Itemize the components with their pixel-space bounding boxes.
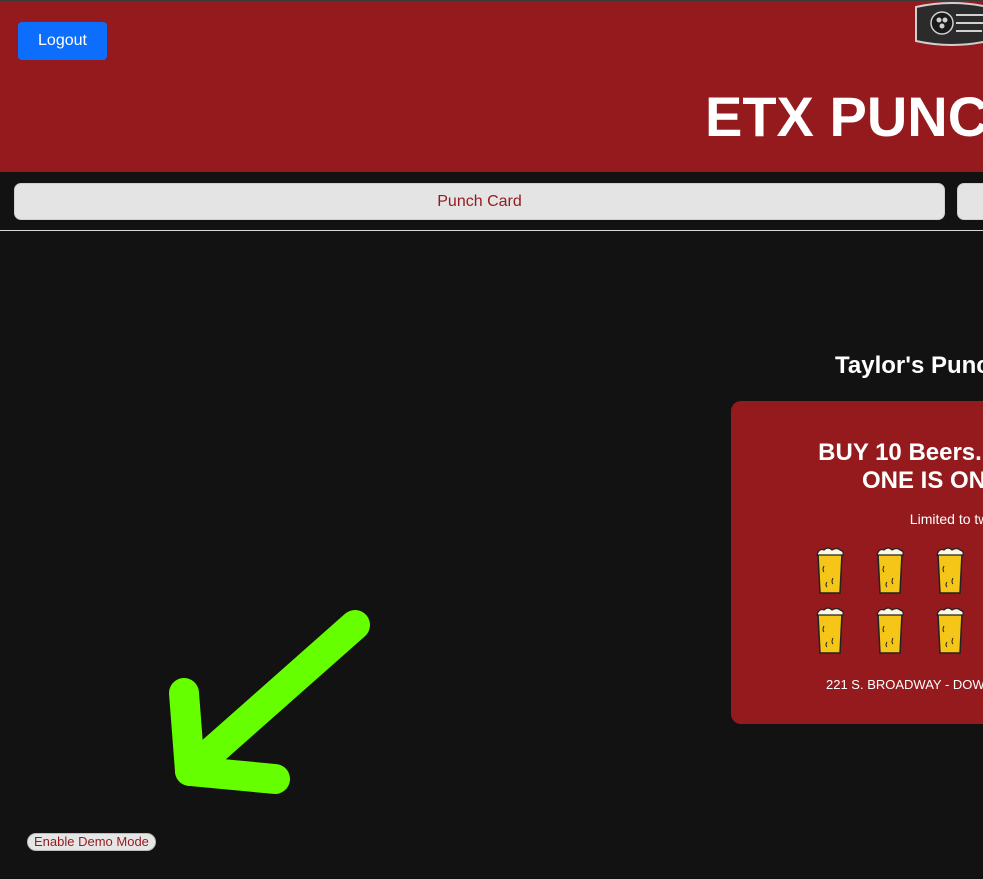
- promo-title: BUY 10 Beers...AN ONE IS ON: [731, 439, 983, 495]
- page-title: ETX PUNC: [705, 85, 983, 148]
- beer-glass-icon: [816, 607, 844, 654]
- enable-demo-mode-button[interactable]: Enable Demo Mode: [27, 833, 156, 851]
- beer-glass-icon: [876, 607, 904, 654]
- promo-limit-text: Limited to two punch: [909, 511, 983, 527]
- tab-punch-card[interactable]: Punch Card: [14, 183, 945, 220]
- punch-card: BUY 10 Beers...AN ONE IS ON Limited to t…: [731, 401, 983, 724]
- logout-button[interactable]: Logout: [18, 22, 107, 60]
- etx-brewing-logo-icon: [915, 2, 983, 46]
- beer-glass-icon: [816, 547, 844, 594]
- beer-glass-icon: [876, 547, 904, 594]
- tab-bar: Punch Card: [0, 172, 983, 231]
- promo-line-2: ONE IS ON: [861, 467, 983, 494]
- green-arrow-icon: [169, 610, 370, 794]
- punch-card-heading: Taylor's Punc: [835, 352, 983, 379]
- beer-glass-icon: [936, 607, 964, 654]
- beer-glass-icon: [936, 547, 964, 594]
- brewery-address: 221 S. BROADWAY - DOW: [826, 677, 983, 692]
- tab-secondary[interactable]: [957, 183, 983, 220]
- header-banner: Logout ETX PUNC: [0, 1, 983, 172]
- app-page: Logout ETX PUNC Punch Card Taylor's Punc…: [0, 0, 983, 879]
- promo-line-1: BUY 10 Beers...AN: [818, 439, 983, 466]
